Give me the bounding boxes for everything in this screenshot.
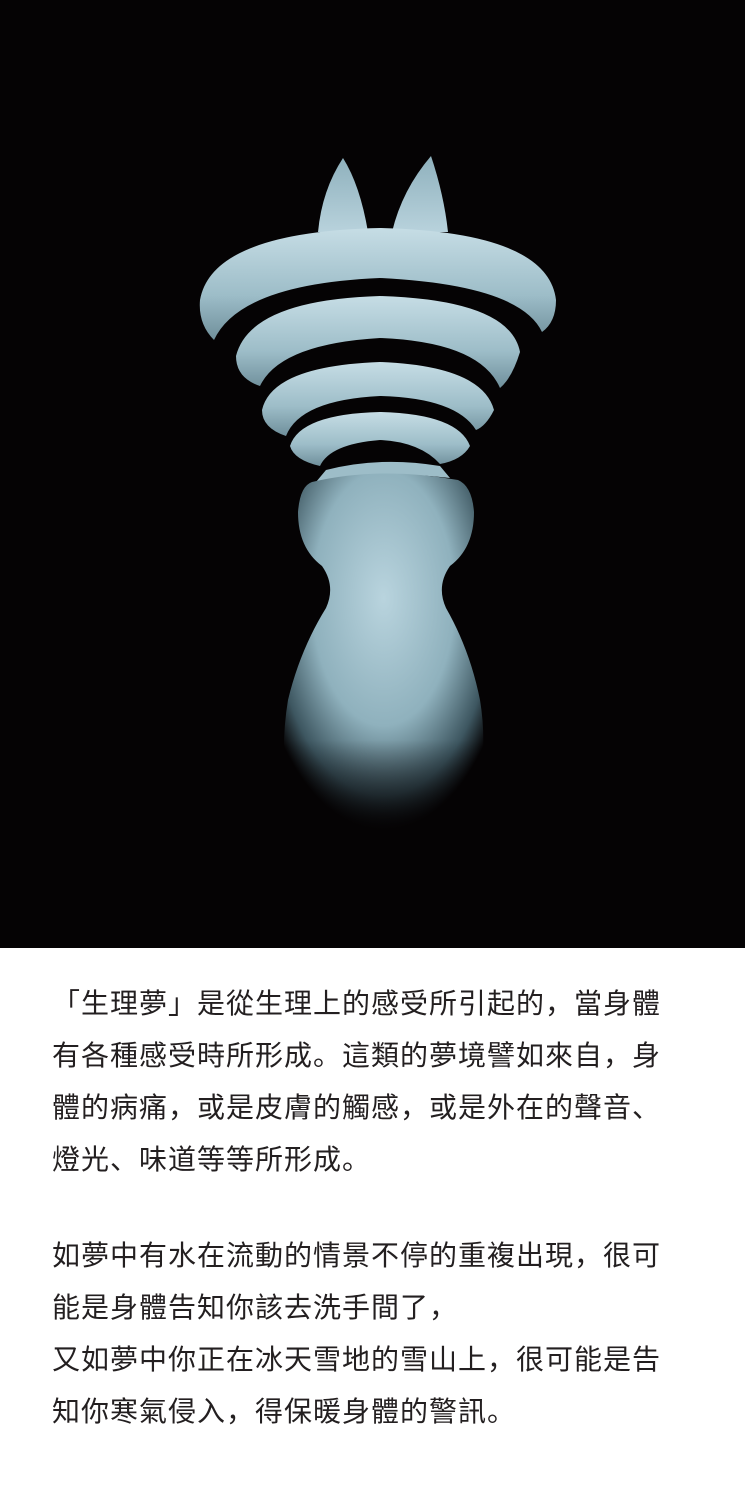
paragraph-line: 體的病痛，或是皮膚的觸感，或是外在的聲音、 — [52, 1091, 662, 1124]
paragraph-line: 「生理夢」是從生理上的感受所引起的，當身體 — [52, 987, 662, 1020]
chess-piece-illustration — [199, 156, 556, 840]
paragraph-line: 能是身體告知你該去洗手間了， — [52, 1291, 459, 1324]
left-horn — [318, 158, 368, 232]
paragraph-physiological-dream: 「生理夢」是從生理上的感受所引起的，當身體 有各種感受時所形成。這類的夢境譬如來… — [52, 978, 712, 1186]
page: 「生理夢」是從生理上的感受所引起的，當身體 有各種感受時所形成。這類的夢境譬如來… — [0, 0, 745, 1510]
paragraph-line: 有各種感受時所形成。這類的夢境譬如來自，身 — [52, 1039, 662, 1072]
paragraph-line: 又如夢中你正在冰天雪地的雪山上，很可能是告 — [52, 1343, 662, 1376]
paragraph-line: 如夢中有水在流動的情景不停的重複出現，很可 — [52, 1239, 662, 1272]
illustration-panel — [0, 0, 745, 948]
right-horn — [392, 156, 448, 232]
body-shadow — [270, 740, 500, 840]
paragraph-dream-examples: 如夢中有水在流動的情景不停的重複出現，很可 能是身體告知你該去洗手間了， 又如夢… — [52, 1230, 712, 1438]
paragraph-line: 知你寒氣侵入，得保暖身體的警訊。 — [52, 1395, 517, 1428]
paragraph-line: 燈光、味道等等所形成。 — [52, 1143, 372, 1176]
ring-4 — [290, 412, 470, 466]
